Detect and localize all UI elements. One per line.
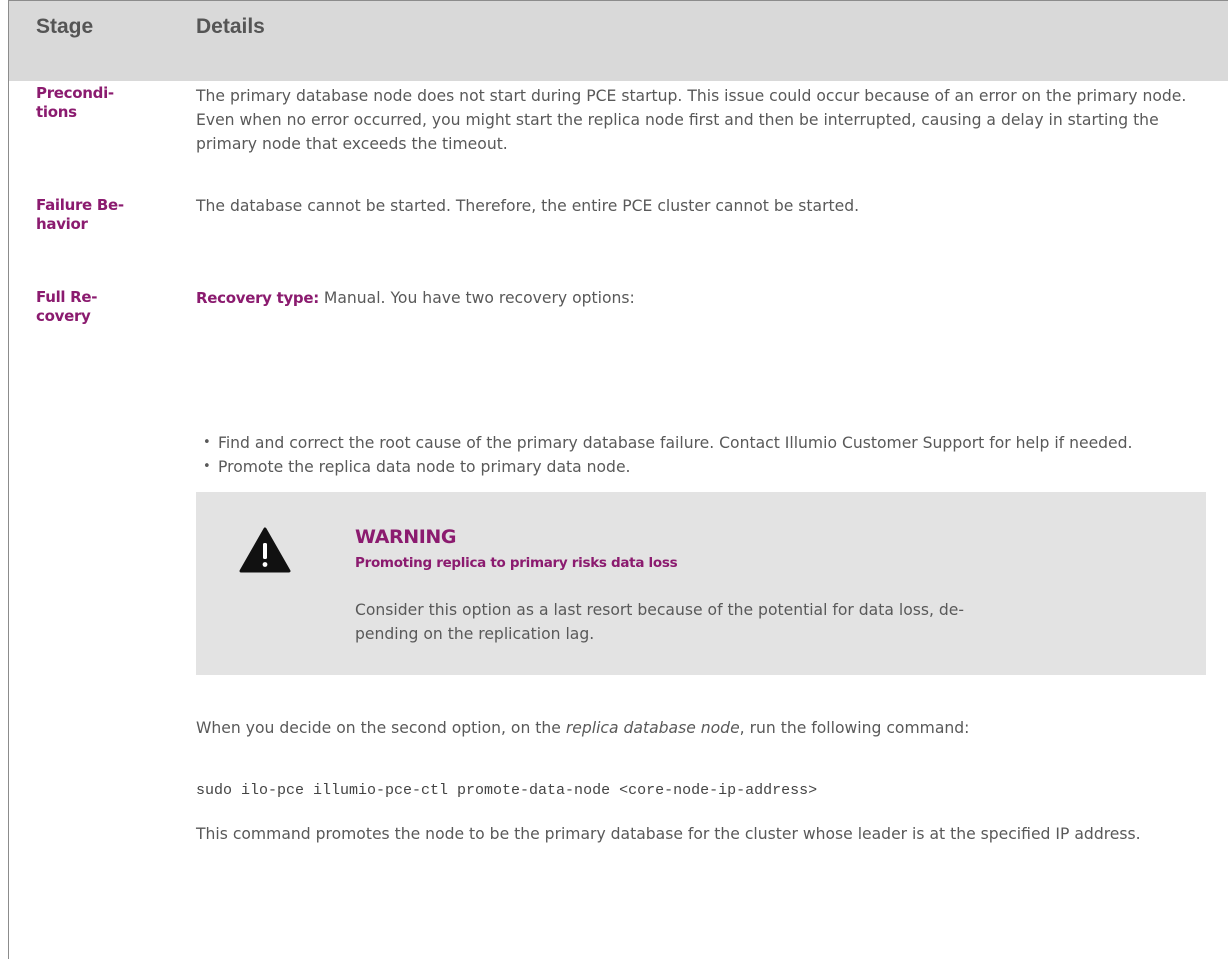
stage-full-recovery: Full Re- covery [36,288,98,325]
details-failure-behavior: The database cannot be started. Therefor… [196,197,860,215]
header-stage: Stage [36,15,94,38]
list-item: Promote the replica data node to primary… [203,456,1203,478]
warning-title: WARNING [355,526,457,548]
recovery-options-list: Find and correct the root cause of the p… [203,432,1203,480]
recovery-type-text: Manual. You have two recovery options: [318,289,635,307]
closing-text: This command promotes the node to be the… [196,825,1141,843]
table-left-border [8,0,9,959]
warning-triangle-icon [239,527,291,573]
warning-body: Consider this option as a last resort be… [355,601,965,643]
recovery-type-label: Recovery type: [196,289,319,307]
details-preconditions: The primary database node does not start… [196,87,1187,153]
list-item: Find and correct the root cause of the p… [203,432,1203,454]
recovery-type-line: Recovery type: Manual. You have two reco… [196,286,1206,310]
stage-failure-behavior: Failure Be- havior [36,196,124,233]
second-option-after: , run the following command: [739,719,970,737]
header-details: Details [196,15,265,38]
second-option-before: When you decide on the second option, on… [196,719,566,737]
second-option-text: When you decide on the second option, on… [196,716,1206,740]
warning-callout: WARNING Promoting replica to primary ris… [196,492,1206,675]
second-option-emphasis: replica database node [565,719,740,737]
command-code: sudo ilo-pce illumio-pce-ctl promote-dat… [196,782,818,799]
document-page: Stage Details Precondi- tions The primar… [0,0,1228,959]
warning-subtitle: Promoting replica to primary risks data … [355,555,678,571]
stage-preconditions: Precondi- tions [36,84,114,121]
table-header: Stage Details [9,0,1228,81]
